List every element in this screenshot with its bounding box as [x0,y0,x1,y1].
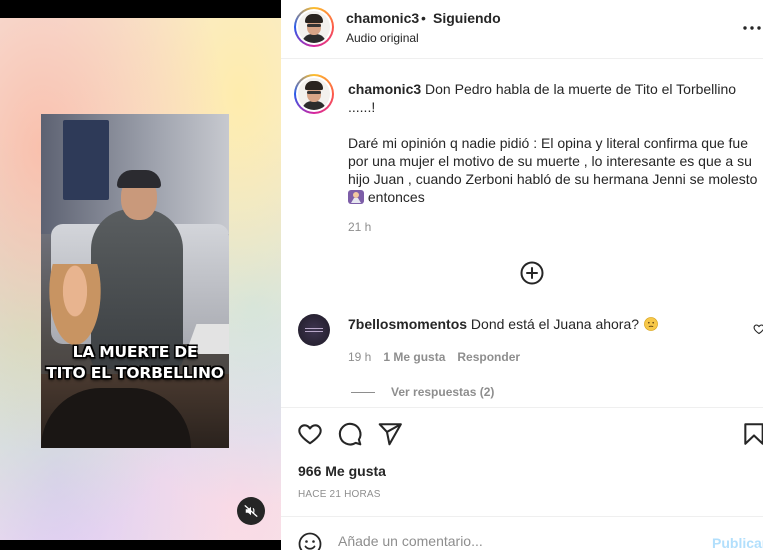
heart-icon [298,424,322,445]
video-caption-line2: TITO EL TORBELLINO [46,364,224,382]
caption-author-avatar-image [298,78,330,110]
comment-like-button[interactable] [753,322,763,335]
caption-line1: Don Pedro habla de la muerte de Tito el … [425,81,737,97]
header-separator: • [421,10,426,26]
comment-button[interactable] [337,421,363,447]
author-avatar[interactable] [294,7,334,47]
caption-username[interactable]: chamonic3 [348,81,421,97]
actions-divider [281,407,763,408]
more-horizontal-icon [743,26,761,30]
video-person-cap [117,170,161,188]
comment-likes[interactable]: 1 Me gusta [383,350,445,364]
comment-input[interactable] [338,531,698,550]
commenter-username[interactable]: 7bellosmomentos [348,316,467,332]
comment-composer: Publicar [281,516,763,550]
mute-toggle-button[interactable] [237,497,265,525]
media-top-bar [0,0,281,18]
audio-source-link[interactable]: Audio original [346,31,419,45]
caption-author-avatar[interactable] [294,74,334,114]
commenter-avatar[interactable] [298,314,330,346]
reply-button[interactable]: Responder [457,350,520,364]
more-options-button[interactable] [743,18,763,38]
load-more-comments-button[interactable] [520,261,544,285]
following-button[interactable]: Siguiendo [433,10,501,26]
reel-video[interactable]: LA MUERTE DE TITO EL TORBELLINO [41,114,229,448]
caption-timestamp: 21 h [348,220,372,234]
post-date: HACE 21 HORAS [298,489,381,500]
video-inset-woman [45,264,105,354]
plus-circle-icon [520,261,544,285]
bookmark-icon [744,423,763,445]
video-caption-overlay: LA MUERTE DE TITO EL TORBELLINO [41,342,229,384]
caption-line2: ......! [348,99,376,115]
media-panel: LA MUERTE DE TITO EL TORBELLINO [0,0,281,550]
smiley-icon [298,532,322,550]
view-replies-button[interactable]: Ver respuestas (2) [351,385,494,399]
post-header: chamonic3 • Siguiendo Audio original [281,0,763,59]
publish-button[interactable]: Publicar [712,535,763,550]
comment-meta: 19 h 1 Me gusta Responder [348,350,520,364]
video-wall-art [63,120,109,200]
post-caption: chamonic3 Don Pedro habla de la muerte d… [348,80,758,206]
comment-timestamp: 19 h [348,350,372,364]
video-caption-line1: LA MUERTE DE [72,343,198,361]
likes-count[interactable]: 966 Me gusta [298,463,386,479]
comment-icon [338,422,362,446]
author-username[interactable]: chamonic3 [346,10,419,26]
media-bottom-bar [0,540,281,550]
woman-gesturing-no-emoji-icon [348,190,364,204]
emoji-picker-button[interactable] [298,532,322,550]
author-avatar-image [298,11,330,43]
share-button[interactable] [377,421,403,447]
heart-small-icon [753,324,763,335]
replies-divider-line [351,391,375,393]
comment-body: Dond está el Juana ahora? [470,316,640,332]
paper-plane-icon [378,423,402,446]
post-details-panel: chamonic3 • Siguiendo Audio original cha… [281,0,763,550]
caption-line3: Daré mi opinión q nadie pidió : El opina… [348,135,758,187]
thinking-face-emoji-icon [644,317,658,331]
speaker-muted-icon [244,505,258,517]
view-replies-label: Ver respuestas (2) [391,385,495,399]
caption-end: entonces [367,189,425,205]
save-button[interactable] [741,421,763,447]
like-button[interactable] [297,421,323,447]
comment-text: 7bellosmomentos Dond está el Juana ahora… [348,316,659,332]
